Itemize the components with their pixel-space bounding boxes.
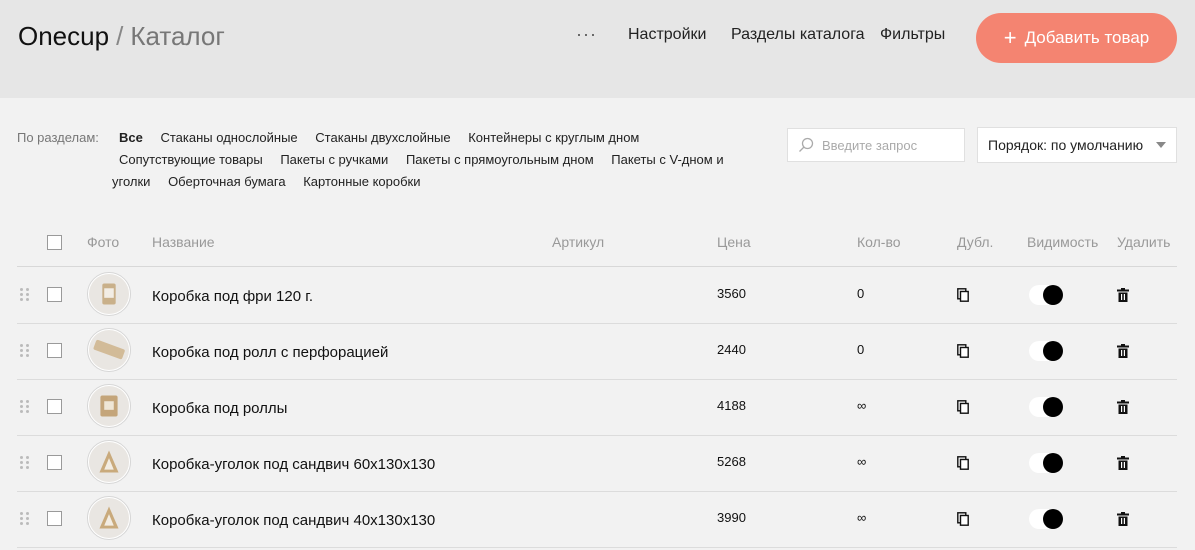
- filter-related-goods[interactable]: Сопутствующие товары: [119, 152, 263, 167]
- filter-label: По разделам:: [17, 130, 99, 145]
- nav-settings[interactable]: Настройки: [628, 26, 706, 44]
- filter-round-containers[interactable]: Контейнеры с круглым дном: [468, 130, 639, 145]
- filter-single-cups[interactable]: Стаканы однослойные: [160, 130, 297, 145]
- trash-icon[interactable]: [1117, 512, 1129, 526]
- select-all-checkbox[interactable]: [47, 235, 62, 250]
- row-checkbox[interactable]: [47, 455, 62, 470]
- filter-cardboard-boxes[interactable]: Картонные коробки: [303, 174, 420, 189]
- duplicate-icon[interactable]: [957, 288, 969, 302]
- table-header: Фото Название Артикул Цена Кол-во Дубл. …: [17, 222, 1177, 267]
- visibility-toggle[interactable]: [1029, 453, 1063, 473]
- col-delete: Удалить: [1117, 234, 1171, 250]
- sort-select[interactable]: Порядок: по умолчанию: [977, 127, 1177, 163]
- product-name[interactable]: Коробка под фри 120 г.: [152, 288, 313, 305]
- col-price[interactable]: Цена: [717, 234, 751, 250]
- product-qty[interactable]: ∞: [857, 398, 866, 413]
- filter-handle-bags[interactable]: Пакеты с ручками: [280, 152, 388, 167]
- breadcrumb-separator: /: [116, 21, 124, 51]
- product-qty[interactable]: 0: [857, 342, 864, 357]
- search-input[interactable]: [820, 136, 964, 154]
- product-price[interactable]: 3990: [717, 510, 746, 525]
- col-qty[interactable]: Кол-во: [857, 234, 901, 250]
- trash-icon[interactable]: [1117, 344, 1129, 358]
- add-product-label: Добавить товар: [1024, 28, 1150, 47]
- product-qty[interactable]: ∞: [857, 510, 866, 525]
- nav-filters[interactable]: Фильтры: [880, 26, 945, 44]
- filter-all[interactable]: Все: [119, 130, 143, 145]
- duplicate-icon[interactable]: [957, 512, 969, 526]
- product-price[interactable]: 3560: [717, 286, 746, 301]
- plus-icon: +: [1003, 25, 1017, 50]
- filter-wrapping-paper[interactable]: Оберточная бумага: [168, 174, 286, 189]
- table-row[interactable]: Коробка-уголок под сандвич 60х130х130 52…: [17, 435, 1177, 492]
- sort-label: Порядок: по умолчанию: [988, 137, 1144, 153]
- more-menu-icon[interactable]: ···: [576, 24, 597, 45]
- col-photo: Фото: [87, 234, 120, 250]
- duplicate-icon[interactable]: [957, 456, 969, 470]
- filter-rect-bottom-bags[interactable]: Пакеты с прямоугольным дном: [406, 152, 594, 167]
- drag-handle-icon[interactable]: [20, 288, 30, 302]
- trash-icon[interactable]: [1117, 400, 1129, 414]
- visibility-toggle[interactable]: [1029, 285, 1063, 305]
- app-name[interactable]: Onecup: [18, 21, 109, 51]
- table-row[interactable]: Коробка под ролл с перфорацией 2440 0: [17, 323, 1177, 380]
- drag-handle-icon[interactable]: [20, 512, 30, 526]
- product-price[interactable]: 5268: [717, 454, 746, 469]
- product-qty[interactable]: 0: [857, 286, 864, 301]
- product-photo[interactable]: [87, 272, 131, 316]
- filter-double-cups[interactable]: Стаканы двухслойные: [315, 130, 450, 145]
- visibility-toggle[interactable]: [1029, 341, 1063, 361]
- product-photo[interactable]: [87, 440, 131, 484]
- row-checkbox[interactable]: [47, 511, 62, 526]
- product-name[interactable]: Коробка-уголок под сандвич 40х130х130: [152, 512, 435, 529]
- table-row[interactable]: Коробка-уголок под сандвич 40х130х130 39…: [17, 491, 1177, 548]
- duplicate-icon[interactable]: [957, 344, 969, 358]
- section-filters: Все Стаканы однослойные Стаканы двухслой…: [112, 127, 737, 193]
- add-product-button[interactable]: + Добавить товар: [976, 13, 1177, 63]
- drag-handle-icon[interactable]: [20, 344, 30, 358]
- product-photo[interactable]: [87, 496, 131, 540]
- breadcrumb: Onecup / Каталог: [18, 20, 225, 52]
- nav-catalog-sections[interactable]: Разделы каталога: [731, 26, 865, 44]
- visibility-toggle[interactable]: [1029, 509, 1063, 529]
- product-photo[interactable]: [87, 328, 131, 372]
- drag-handle-icon[interactable]: [20, 456, 30, 470]
- product-name[interactable]: Коробка под ролл с перфорацией: [152, 344, 388, 361]
- product-price[interactable]: 2440: [717, 342, 746, 357]
- product-photo[interactable]: [87, 384, 131, 428]
- row-checkbox[interactable]: [47, 343, 62, 358]
- search-box[interactable]: [787, 128, 965, 162]
- drag-handle-icon[interactable]: [20, 400, 30, 414]
- table-row[interactable]: Коробка под фри 120 г. 3560 0: [17, 267, 1177, 324]
- chevron-down-icon: [1156, 142, 1166, 148]
- table-row[interactable]: Коробка под роллы 4188 ∞: [17, 379, 1177, 436]
- visibility-toggle[interactable]: [1029, 397, 1063, 417]
- col-visibility: Видимость: [1027, 234, 1099, 250]
- search-icon: [799, 137, 814, 152]
- product-price[interactable]: 4188: [717, 398, 746, 413]
- col-name[interactable]: Название: [152, 234, 215, 250]
- col-duplicate: Дубл.: [957, 234, 994, 250]
- row-checkbox[interactable]: [47, 399, 62, 414]
- row-checkbox[interactable]: [47, 287, 62, 302]
- product-name[interactable]: Коробка-уголок под сандвич 60х130х130: [152, 456, 435, 473]
- col-sku[interactable]: Артикул: [552, 234, 604, 250]
- duplicate-icon[interactable]: [957, 400, 969, 414]
- product-qty[interactable]: ∞: [857, 454, 866, 469]
- top-header: Onecup / Каталог ··· Настройки Разделы кат…: [0, 0, 1195, 98]
- trash-icon[interactable]: [1117, 456, 1129, 470]
- page-title: Каталог: [130, 21, 225, 51]
- product-name[interactable]: Коробка под роллы: [152, 400, 287, 417]
- trash-icon[interactable]: [1117, 288, 1129, 302]
